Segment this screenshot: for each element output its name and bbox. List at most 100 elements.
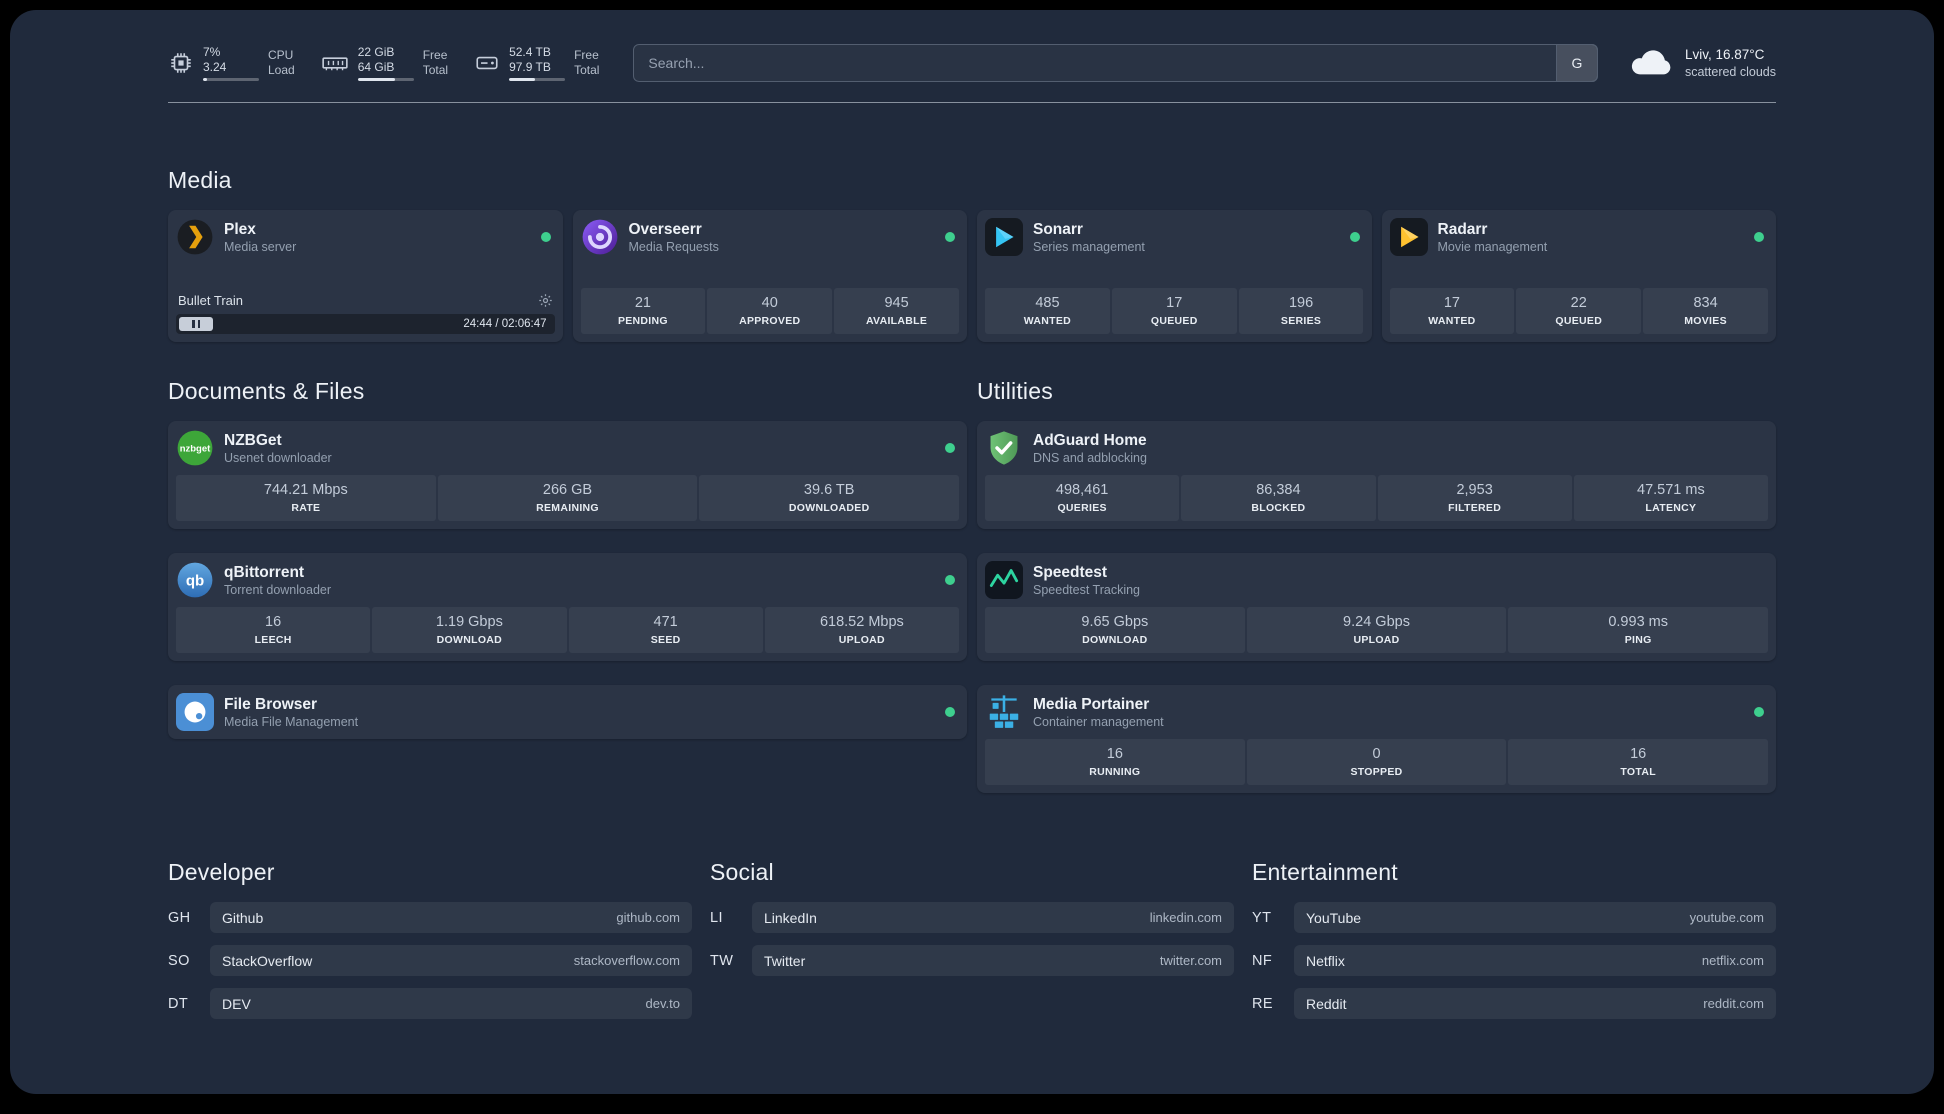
bookmark-reddit[interactable]: RE Reddit reddit.com [1252,988,1776,1019]
stat-stopped: 0 STOPPED [1246,739,1507,785]
cpu-chip-icon [168,50,194,76]
resource-memory: 22 GiB 64 GiB Free Total [321,45,448,81]
pause-icon[interactable] [179,317,213,331]
stat-queries: 498,461 QUERIES [985,475,1180,521]
service-card-nzbget[interactable]: nzbget NZBGet Usenet downloader 744.21 M… [168,421,967,529]
search-input[interactable] [633,44,1598,82]
service-name: Speedtest [1033,563,1108,581]
sonarr-icon [985,218,1023,256]
status-dot [945,232,955,242]
service-card-radarr[interactable]: Radarr Movie management 17 WANTED 22 QUE… [1381,210,1776,342]
service-card-filebrowser[interactable]: File Browser Media File Management [168,685,967,739]
bookmark-linkedin[interactable]: LI LinkedIn linkedin.com [710,902,1234,933]
service-card-speedtest[interactable]: Speedtest Speedtest Tracking 9.65 Gbps D… [977,553,1776,661]
memory-labels: Free Total [422,48,449,77]
status-dot [945,575,955,585]
bookmark-netflix[interactable]: NF Netflix netflix.com [1252,945,1776,976]
status-dot [945,443,955,453]
bookmark-name: Github [222,909,264,926]
service-card-adguard[interactable]: AdGuard Home DNS and adblocking 498,461 … [977,421,1776,529]
service-card-plex[interactable]: Plex Media server Bullet Train 24:44 / 0… [168,210,563,342]
plex-now-playing-widget: Bullet Train 24:44 / 02:06:47 [176,293,555,334]
memory-free: 22 GiB [357,45,395,59]
status-dot [540,232,551,242]
qbittorrent-icon: qb [176,561,214,599]
plex-icon [176,218,214,256]
resource-cpu: 7% 3.24 CPU Load [168,45,295,81]
service-card-sonarr[interactable]: Sonarr Series management 485 WANTED 17 Q… [977,210,1372,342]
disk-values: 52.4 TB 97.9 TB [509,45,566,81]
weather-widget[interactable]: Lviv, 16.87°C scattered clouds [1628,45,1776,82]
service-subtitle: Container management [1033,714,1164,729]
service-stats: 21 PENDING 40 APPROVED 945 AVAILABLE [580,288,960,334]
search-provider-button[interactable]: G [1555,44,1598,82]
service-stats: 498,461 QUERIES 86,384 BLOCKED 2,953 FIL… [985,475,1768,521]
weather-condition: scattered clouds [1684,65,1776,79]
now-playing-title: Bullet Train [178,293,244,308]
service-name: qBittorrent [224,563,305,581]
stat-latency: 47.571 ms LATENCY [1573,475,1768,521]
portainer-crane-icon [985,693,1023,731]
resource-disk: 52.4 TB 97.9 TB Free Total [474,45,599,81]
bookmark-url: reddit.com [1703,996,1764,1011]
bookmark-dev[interactable]: DT DEV dev.to [168,988,692,1019]
service-subtitle: Usenet downloader [224,450,332,465]
weather-location: Lviv, 16.87°C [1684,47,1765,62]
cpu-usage-bar [203,78,259,81]
stat-total: 16 TOTAL [1508,739,1769,785]
service-card-qbittorrent[interactable]: qb qBittorrent Torrent downloader 16 LEE… [168,553,967,661]
filebrowser-icon [176,693,214,731]
section-title-social: Social [710,859,774,885]
radarr-icon [1389,218,1428,256]
svg-text:qb: qb [186,573,204,590]
playback-time: 24:44 / 02:06:47 [463,318,547,330]
bookmark-twitter[interactable]: TW Twitter twitter.com [710,945,1234,976]
service-stats: 16 RUNNING 0 STOPPED 16 TOTAL [985,739,1769,785]
ram-icon [321,50,349,76]
service-subtitle: Media Requests [628,239,719,254]
bookmark-abbr: LI [710,909,723,926]
status-dot [1754,707,1764,717]
service-subtitle: Torrent downloader [224,582,332,597]
service-name: NZBGet [224,431,282,449]
stat-pending: 21 PENDING [580,288,706,334]
bookmark-url: github.com [616,910,680,925]
service-name: Overseerr [628,220,702,238]
disk-usage-bar [509,78,566,81]
bookmark-abbr: YT [1252,909,1272,926]
memory-usage-bar [357,78,414,81]
service-stats: 17 WANTED 22 QUEUED 834 MOVIES [1389,288,1769,334]
bookmark-stackoverflow[interactable]: SO StackOverflow stackoverflow.com [168,945,692,976]
gear-icon[interactable] [538,293,553,308]
bookmark-youtube[interactable]: YT YouTube youtube.com [1252,902,1776,933]
service-stats: 16 LEECH 1.19 Gbps DOWNLOAD 471 SEED 618… [176,607,959,653]
system-resources: 7% 3.24 CPU Load 22 GiB 64 GiB Free Tota… [168,45,599,81]
bookmark-name: Twitter [764,952,806,969]
service-card-overseerr[interactable]: Overseerr Media Requests 21 PENDING 40 A… [572,210,967,342]
playback-progress-bar[interactable]: 24:44 / 02:06:47 [176,314,555,334]
cpu-load: 3.24 [203,60,227,74]
disk-icon [474,50,500,76]
stat-download: 9.65 Gbps DOWNLOAD [985,607,1245,653]
service-stats: 744.21 Mbps RATE 266 GB REMAINING 39.6 T… [176,475,960,521]
section-title-entertainment: Entertainment [1252,859,1398,885]
cloud-icon [1628,45,1674,82]
service-subtitle: Media File Management [224,714,359,729]
bookmark-url: linkedin.com [1149,910,1222,925]
service-stats: 9.65 Gbps DOWNLOAD 9.24 Gbps UPLOAD 0.99… [985,607,1769,653]
service-subtitle: Movie management [1437,239,1548,254]
service-card-portainer[interactable]: Media Portainer Container management 16 … [977,685,1776,793]
disk-total: 97.9 TB [509,60,551,74]
search-bar: G [633,44,1598,82]
service-subtitle: Series management [1033,239,1145,254]
bookmark-name: Reddit [1306,995,1347,1012]
stat-remaining: 266 GB REMAINING [437,475,698,521]
bookmark-github[interactable]: GH Github github.com [168,902,692,933]
section-title-developer: Developer [168,859,275,885]
section-title-utilities: Utilities [977,378,1053,404]
bookmark-url: stackoverflow.com [573,953,680,968]
bookmark-abbr: GH [168,909,191,926]
status-dot [1349,232,1360,242]
section-entertainment: Entertainment YT YouTube youtube.com NF … [1252,859,1776,1019]
bookmark-url: netflix.com [1701,953,1764,968]
